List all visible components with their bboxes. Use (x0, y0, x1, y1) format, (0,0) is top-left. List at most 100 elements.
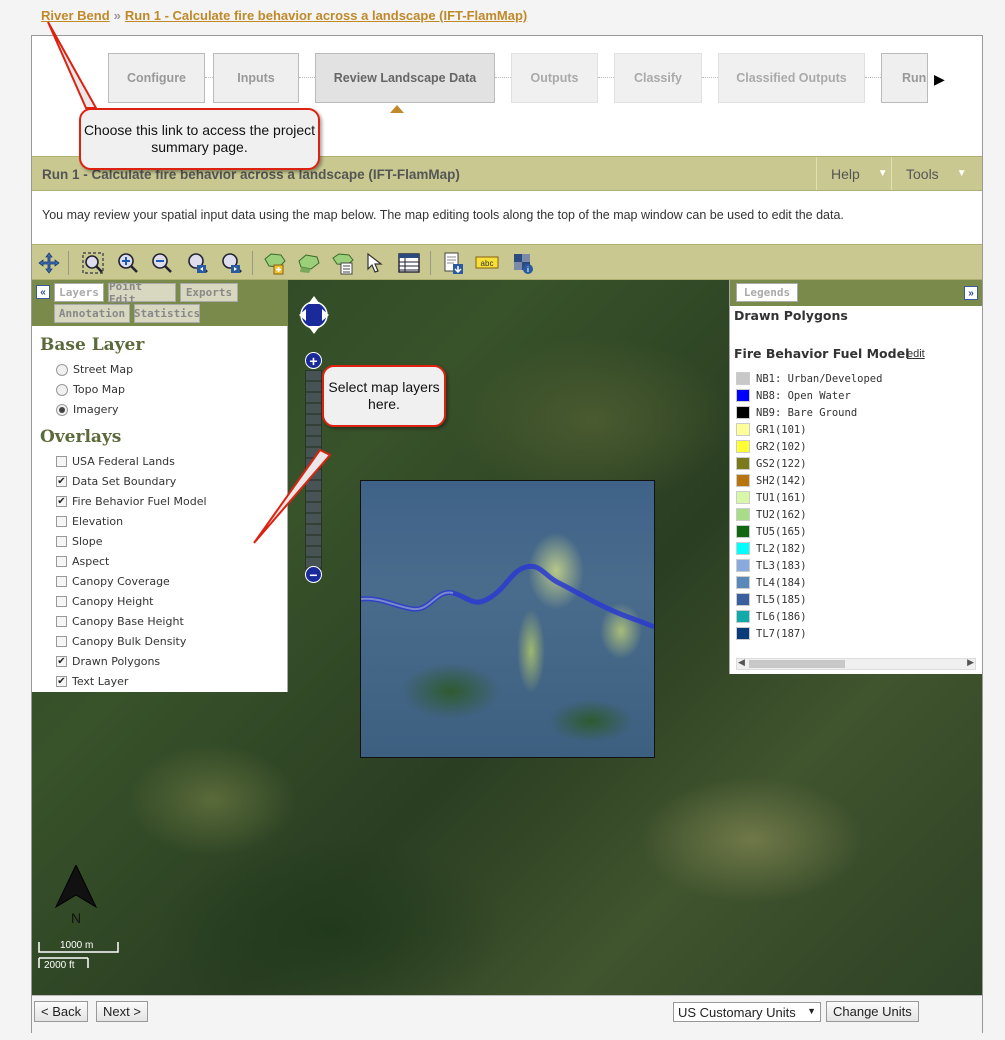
back-button[interactable]: < Back (34, 1001, 89, 1022)
tab-exports[interactable]: Exports (180, 283, 238, 302)
scroll-right-icon[interactable]: ▶ (967, 657, 974, 668)
legend-item: TL4(184) (736, 576, 807, 589)
select-arrow-icon[interactable] (362, 250, 388, 276)
tools-menu[interactable]: Tools ▼ (891, 157, 982, 190)
overlay-label: Canopy Coverage (72, 575, 170, 588)
legend-item: TU1(161) (736, 491, 807, 504)
collapse-left-panel-icon[interactable]: « (36, 285, 50, 299)
overlay-canopy-bulk-density[interactable]: Canopy Bulk Density (56, 635, 186, 648)
step-classified-outputs: Classified Outputs (718, 53, 865, 103)
legend-item: TL7(187) (736, 627, 807, 640)
scale-bar: 1000 m 2000 ft (38, 940, 123, 980)
legend-horizontal-scrollbar[interactable]: ◀ ▶ (736, 657, 976, 670)
tab-statistics[interactable]: Statistics (134, 304, 200, 323)
checkbox[interactable] (56, 636, 67, 647)
chevron-down-icon: ▼ (807, 1006, 816, 1016)
tab-layers[interactable]: Layers (54, 283, 104, 302)
units-selected-value: US Customary Units (678, 1004, 796, 1020)
zoom-slider[interactable] (305, 370, 322, 570)
radio-selected-icon[interactable] (56, 403, 68, 416)
overlay-slope[interactable]: Slope (56, 535, 103, 548)
overlay-fire-behavior-fuel-model[interactable]: ✔ Fire Behavior Fuel Model (56, 495, 207, 508)
legend-swatch (736, 440, 750, 453)
units-select[interactable]: US Customary Units ▼ (673, 1002, 821, 1022)
overlay-canopy-coverage[interactable]: Canopy Coverage (56, 575, 170, 588)
zoom-in-button[interactable]: + (305, 352, 322, 369)
legend-item: TU2(162) (736, 508, 807, 521)
legend-edit-link[interactable]: edit (907, 348, 925, 360)
scroll-left-icon[interactable]: ◀ (738, 657, 745, 668)
tab-legends[interactable]: Legends (736, 283, 798, 302)
base-layer-topo-map[interactable]: Topo Map (56, 383, 125, 396)
checkbox[interactable] (56, 556, 67, 567)
scrollbar-thumb[interactable] (749, 660, 845, 668)
pan-icon[interactable] (36, 250, 62, 276)
chevron-down-icon: ▼ (877, 168, 888, 179)
checkbox-checked[interactable]: ✔ (56, 476, 67, 487)
step-run[interactable]: Run (881, 53, 928, 103)
pan-control[interactable] (296, 290, 332, 340)
checkbox-checked[interactable]: ✔ (56, 496, 67, 507)
radio-icon[interactable] (56, 383, 68, 396)
overlay-label: Canopy Bulk Density (72, 635, 187, 648)
next-button[interactable]: Next > (96, 1001, 148, 1022)
radio-icon[interactable] (56, 363, 68, 376)
add-polygon-icon[interactable] (262, 250, 288, 276)
overlay-elevation[interactable]: Elevation (56, 515, 123, 528)
step-configure[interactable]: Configure (108, 53, 205, 103)
tools-menu-label: Tools (906, 165, 939, 182)
text-label-icon[interactable]: abc (474, 250, 500, 276)
overlay-canopy-base-height[interactable]: Canopy Base Height (56, 615, 184, 628)
step-review-landscape-data[interactable]: Review Landscape Data (315, 53, 495, 103)
zoom-out-button[interactable]: − (305, 566, 322, 583)
legend-item: TL2(182) (736, 542, 807, 555)
project-summary-link[interactable]: River Bend (41, 8, 110, 23)
checkbox-checked[interactable]: ✔ (56, 656, 67, 667)
breadcrumb-separator: » (113, 8, 121, 23)
legend-item: TL5(185) (736, 593, 807, 606)
legend-item: GR1(101) (736, 423, 807, 436)
overlay-label: Drawn Polygons (72, 655, 161, 668)
collapse-right-panel-icon[interactable]: » (964, 286, 978, 300)
run-link[interactable]: Run 1 - Calculate fire behavior across a… (125, 8, 527, 23)
checkbox[interactable] (56, 456, 67, 467)
zoom-in-icon[interactable] (114, 250, 140, 276)
tab-annotation[interactable]: Annotation (54, 304, 130, 323)
base-layer-street-map[interactable]: Street Map (56, 363, 133, 376)
tab-point-edit[interactable]: Point Edit (108, 280, 176, 306)
base-layer-imagery[interactable]: Imagery (56, 403, 118, 416)
zoom-next-icon[interactable] (218, 250, 244, 276)
checkbox[interactable] (56, 596, 67, 607)
overlay-usa-federal-lands[interactable]: USA Federal Lands (56, 455, 175, 468)
scroll-steps-right-icon[interactable]: ▶ (934, 71, 945, 88)
checkbox[interactable] (56, 516, 67, 527)
polygon-attributes-icon[interactable] (330, 250, 356, 276)
overlay-drawn-polygons[interactable]: ✔ Drawn Polygons (56, 655, 160, 668)
base-layer-title: Base Layer (40, 335, 145, 355)
checkbox[interactable] (56, 576, 67, 587)
export-icon[interactable] (440, 250, 466, 276)
change-units-button[interactable]: Change Units (826, 1001, 919, 1022)
legend-swatch (736, 372, 750, 385)
help-menu[interactable]: Help ▼ (816, 157, 891, 190)
overlay-aspect[interactable]: Aspect (56, 555, 109, 568)
identify-icon[interactable]: i (510, 250, 536, 276)
zoom-extent-icon[interactable] (80, 250, 106, 276)
zoom-previous-icon[interactable] (184, 250, 210, 276)
overlay-text-layer[interactable]: ✔ Text Layer (56, 675, 128, 688)
help-menu-label: Help (831, 165, 860, 182)
legend-item-label: TL4(184) (756, 576, 807, 589)
overlay-data-set-boundary[interactable]: ✔ Data Set Boundary (56, 475, 176, 488)
zoom-out-icon[interactable] (148, 250, 174, 276)
legend-swatch (736, 525, 750, 538)
overlay-canopy-height[interactable]: Canopy Height (56, 595, 153, 608)
table-icon[interactable] (396, 250, 422, 276)
checkbox[interactable] (56, 616, 67, 627)
checkbox[interactable] (56, 536, 67, 547)
step-inputs[interactable]: Inputs (213, 53, 299, 103)
checkbox-checked[interactable]: ✔ (56, 676, 67, 687)
chevron-down-icon: ▼ (956, 168, 967, 179)
layers-panel: « Layers Point Edit Exports Annotation S… (32, 280, 288, 692)
map-view[interactable]: « Layers Point Edit Exports Annotation S… (32, 280, 982, 995)
edit-polygon-icon[interactable] (296, 250, 322, 276)
